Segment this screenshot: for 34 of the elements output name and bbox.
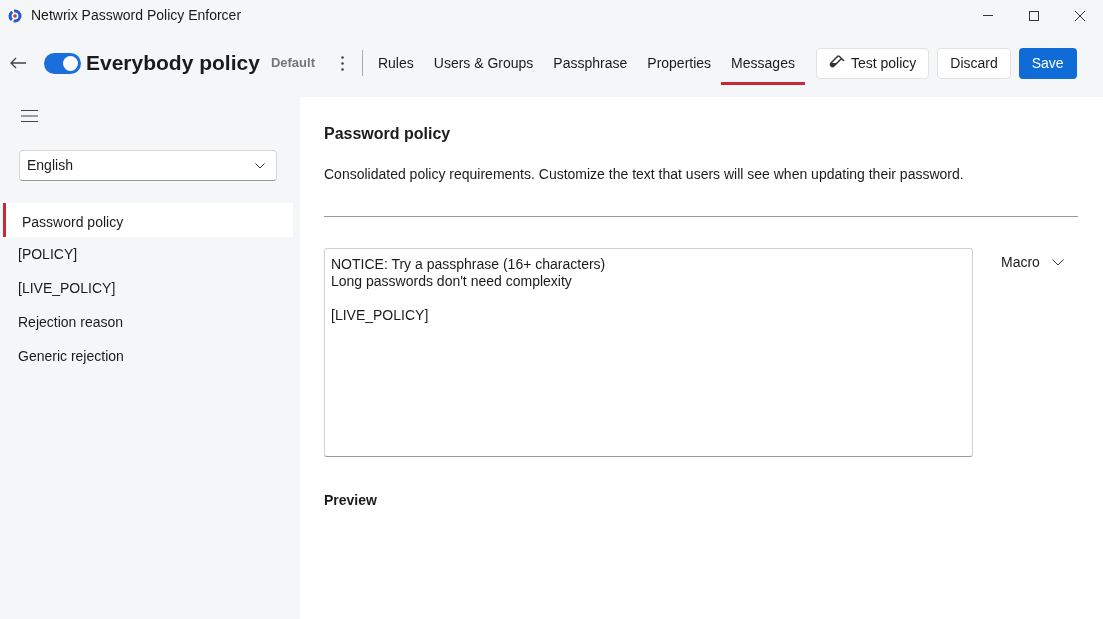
sidebar-item[interactable]: [POLICY] bbox=[3, 237, 293, 271]
minimize-icon bbox=[983, 15, 993, 16]
more-icon bbox=[341, 55, 345, 71]
save-button[interactable]: Save bbox=[1018, 47, 1077, 79]
menu-icon bbox=[21, 110, 38, 122]
default-label: Default bbox=[270, 54, 315, 73]
sidebar-item[interactable]: Password policy bbox=[3, 203, 293, 237]
macro-dropdown[interactable]: Macro bbox=[995, 248, 1070, 276]
section-description: Consolidated policy requirements. Customize the text that users will see when updating their password. bbox=[324, 165, 965, 184]
app-logo-icon bbox=[8, 8, 22, 23]
policy-toggle[interactable] bbox=[44, 52, 81, 74]
back-arrow-icon bbox=[9, 57, 27, 69]
menu-button[interactable] bbox=[21, 107, 39, 125]
tab[interactable]: Users & Groups bbox=[423, 45, 544, 85]
close-icon bbox=[1075, 10, 1085, 21]
message-text-area[interactable]: NOTICE: Try a passphrase (16+ characters) Long passwords don't need complexity [LIVE_POLICY] bbox=[324, 248, 973, 457]
tab[interactable]: Properties bbox=[637, 45, 722, 85]
maximize-icon bbox=[1029, 10, 1039, 21]
section-title: Password policy bbox=[324, 124, 452, 144]
sidebar-item[interactable]: Generic rejection bbox=[3, 339, 293, 373]
chevron-down-icon bbox=[255, 162, 265, 169]
test-tube-icon bbox=[828, 55, 845, 71]
tab[interactable]: Passphrase bbox=[543, 45, 638, 85]
preview-title: Preview bbox=[324, 491, 378, 510]
tab[interactable]: Messages bbox=[721, 45, 805, 85]
sidebar-item[interactable]: Rejection reason bbox=[3, 305, 293, 339]
language-dropdown[interactable]: English bbox=[19, 150, 277, 181]
test-policy-button[interactable]: Test policy bbox=[815, 47, 930, 79]
window-title: Netwrix Password Policy Enforcer bbox=[31, 6, 242, 25]
sidebar-item[interactable]: [LIVE_POLICY] bbox=[3, 271, 293, 305]
chevron-down-icon bbox=[1051, 258, 1064, 266]
discard-button[interactable]: Discard bbox=[937, 47, 1011, 79]
policy-name: Everybody policy bbox=[86, 50, 260, 77]
tab[interactable]: Rules bbox=[367, 45, 424, 85]
